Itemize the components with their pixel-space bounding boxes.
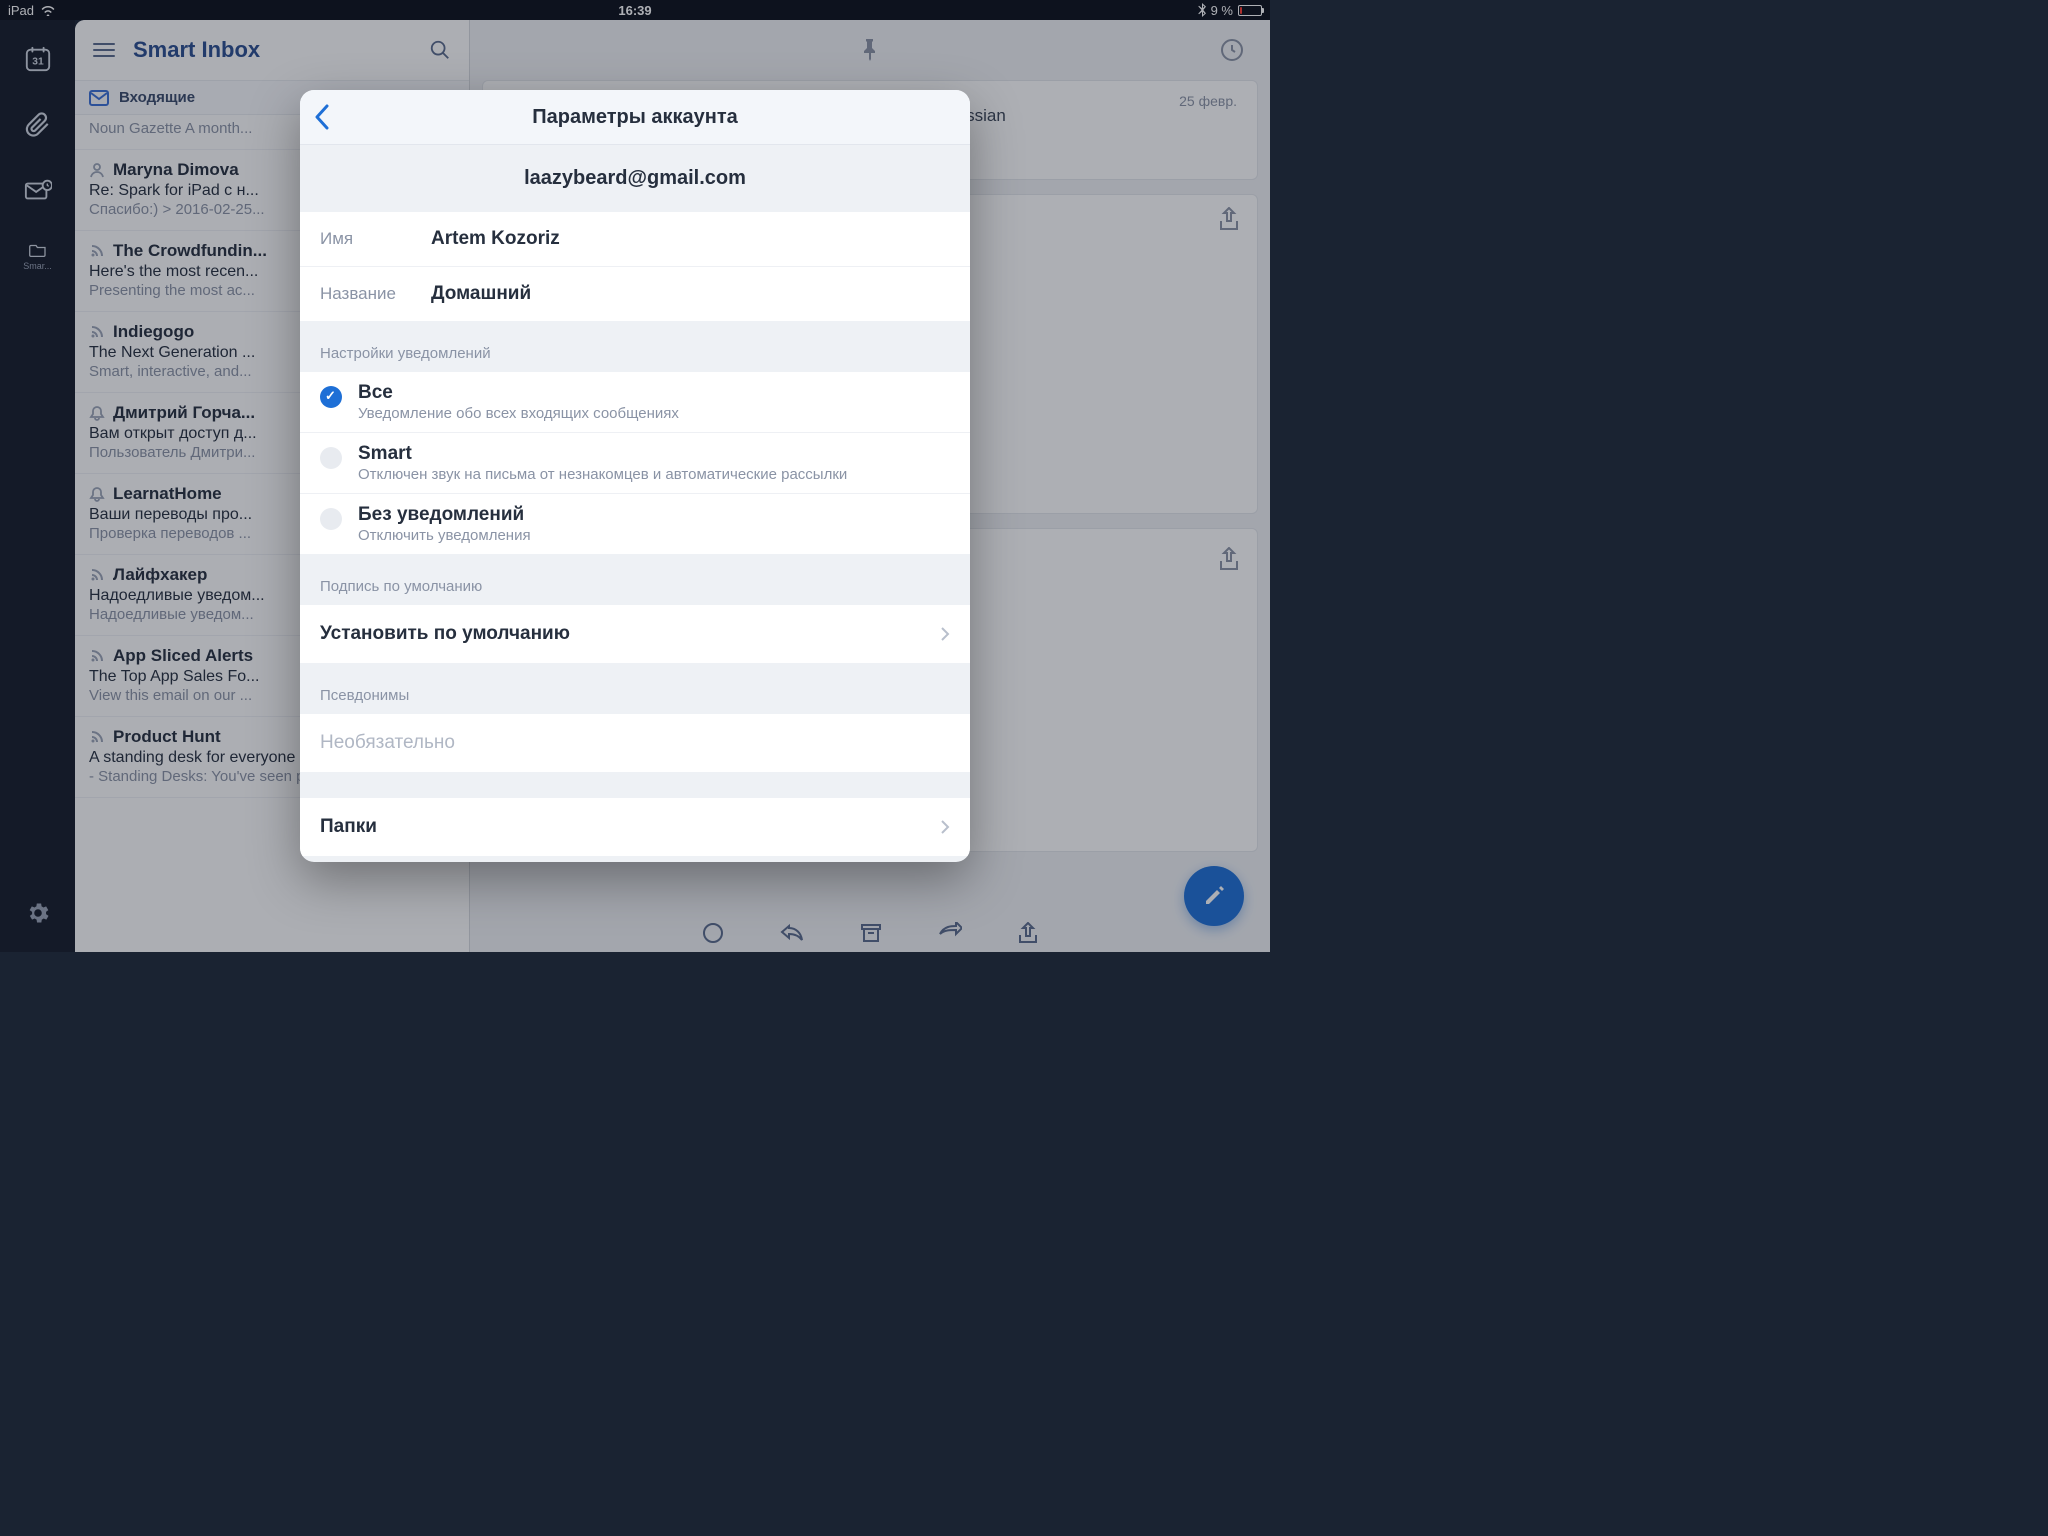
name-label: Имя <box>320 229 405 249</box>
notifications-header: Настройки уведомлений <box>300 321 970 372</box>
name-row[interactable]: Имя Artem Kozoriz <box>300 212 970 267</box>
radio-indicator <box>320 508 342 530</box>
chevron-right-icon <box>940 626 950 642</box>
identity-group: Имя Artem Kozoriz Название Домашний <box>300 212 970 321</box>
folders-row[interactable]: Папки <box>300 798 970 856</box>
chevron-right-icon <box>940 819 950 835</box>
signature-header: Подпись по умолчанию <box>300 554 970 605</box>
radio-indicator <box>320 386 342 408</box>
title-label: Название <box>320 284 405 304</box>
title-row[interactable]: Название Домашний <box>300 267 970 321</box>
option-title: Smart <box>358 443 847 465</box>
back-button[interactable] <box>314 104 330 130</box>
set-default-signature[interactable]: Установить по умолчанию <box>300 605 970 663</box>
aliases-header: Псевдонимы <box>300 663 970 714</box>
option-subtitle: Уведомление обо всех входящих сообщениях <box>358 405 679 422</box>
modal-title: Параметры аккаунта <box>532 106 738 129</box>
option-title: Без уведомлений <box>358 504 531 526</box>
account-settings-modal: Параметры аккаунта laazybeard@gmail.com … <box>300 90 970 862</box>
option-subtitle: Отключить уведомления <box>358 527 531 544</box>
account-email: laazybeard@gmail.com <box>300 145 970 212</box>
modal-header: Параметры аккаунта <box>300 90 970 145</box>
option-title: Все <box>358 382 679 404</box>
name-value: Artem Kozoriz <box>431 228 560 250</box>
notification-option[interactable]: Без уведомленийОтключить уведомления <box>300 494 970 554</box>
aliases-input[interactable]: Необязательно <box>300 714 970 772</box>
notification-options: ВсеУведомление обо всех входящих сообщен… <box>300 372 970 554</box>
notification-option[interactable]: SmartОтключен звук на письма от незнаком… <box>300 433 970 494</box>
radio-indicator <box>320 447 342 469</box>
title-value: Домашний <box>431 283 531 305</box>
notification-option[interactable]: ВсеУведомление обо всех входящих сообщен… <box>300 372 970 433</box>
option-subtitle: Отключен звук на письма от незнакомцев и… <box>358 466 847 483</box>
